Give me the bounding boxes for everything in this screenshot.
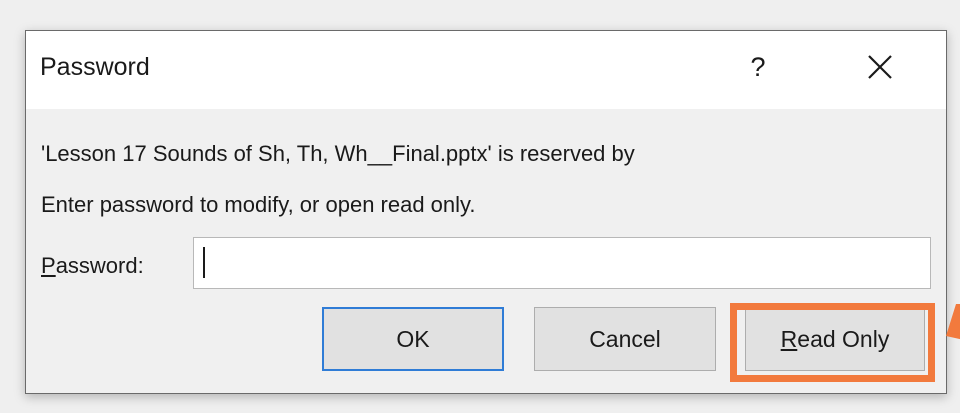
password-input[interactable] [193, 237, 931, 289]
dialog-title: Password [40, 53, 150, 81]
help-button[interactable]: ? [738, 45, 778, 89]
read-only-button[interactable]: Read Only [745, 307, 925, 371]
text-caret [203, 247, 205, 278]
cancel-button[interactable]: Cancel [534, 307, 716, 371]
instruction-message: Enter password to modify, or open read o… [41, 192, 476, 217]
read-only-text: ead Only [797, 325, 890, 352]
reserved-message: 'Lesson 17 Sounds of Sh, Th, Wh__Final.p… [41, 141, 635, 166]
password-dialog: Password ? 'Lesson 17 Sounds of Sh, Th, … [25, 30, 947, 394]
close-button[interactable] [860, 47, 900, 87]
password-label: Password: [41, 253, 144, 279]
annotation-arrow-icon [946, 304, 960, 340]
title-bar: Password ? [26, 31, 946, 109]
ok-button[interactable]: OK [322, 307, 504, 371]
close-icon [868, 55, 892, 79]
password-label-accelerator: P [41, 253, 56, 278]
read-only-accelerator: R [780, 325, 798, 352]
password-label-text: assword: [55, 253, 144, 278]
